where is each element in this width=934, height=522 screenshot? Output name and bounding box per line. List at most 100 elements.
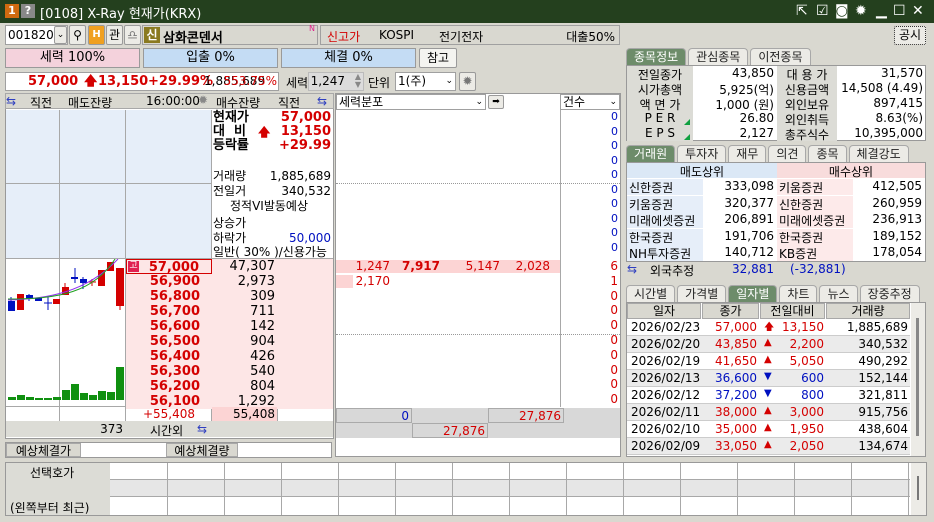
- sell-broker[interactable]: 한국증권: [627, 228, 703, 245]
- detach-icon[interactable]: ⇱: [796, 3, 808, 19]
- chevron-down-icon[interactable]: ⌄: [609, 95, 617, 109]
- help-icon[interactable]: ?: [21, 4, 35, 18]
- broker-tab[interactable]: 재무: [728, 145, 767, 162]
- count: 0: [610, 303, 618, 318]
- buy-qty: 412,505: [872, 179, 922, 193]
- scrollbar-thumb[interactable]: [916, 318, 919, 436]
- upper-limit-arrow-icon: 🡅: [84, 74, 98, 89]
- daily-header: 일자: [627, 303, 701, 319]
- bid-row[interactable]: 56,700 711: [126, 304, 333, 319]
- buy-broker[interactable]: KB증권: [777, 245, 853, 261]
- sell-broker[interactable]: 신한증권: [627, 179, 703, 195]
- summary-price: 57,000: [28, 74, 79, 89]
- sell-broker[interactable]: NH투자증권: [627, 245, 703, 261]
- gear-icon[interactable]: ✹: [855, 3, 867, 19]
- bid-row[interactable]: 56,400 426: [126, 349, 333, 364]
- camera-icon[interactable]: ◙: [835, 3, 849, 19]
- daily-scrollbar[interactable]: [911, 303, 925, 456]
- bid-row[interactable]: 56,500 904: [126, 334, 333, 349]
- search-icon[interactable]: ⚲: [69, 25, 86, 45]
- sell-broker[interactable]: 미래에셋증권: [627, 212, 703, 228]
- foreign-swap-icon[interactable]: ⇆: [627, 262, 647, 276]
- swap-right-icon[interactable]: ⇆: [317, 94, 327, 108]
- count-select[interactable]: 건수 ⌄: [560, 94, 620, 110]
- flow-bar: 입출 0%: [143, 48, 278, 68]
- sell-top-header: 매도상위: [627, 163, 777, 179]
- grid-divider: [110, 479, 910, 480]
- maximize-icon[interactable]: ☐: [893, 3, 906, 19]
- info-tab[interactable]: 관심종목: [688, 48, 749, 65]
- broker-tab[interactable]: 의견: [768, 145, 807, 162]
- bid-price: 56,400: [126, 349, 212, 364]
- daily-close: 43,850: [715, 337, 757, 351]
- after-hours-swap-icon[interactable]: ⇆: [197, 422, 207, 436]
- broker-tab[interactable]: 거래원: [626, 145, 676, 162]
- grid-divider: [566, 463, 567, 515]
- bid-row[interactable]: 57,000 고 47,307: [126, 259, 333, 275]
- bid-prev: [277, 319, 333, 334]
- time-gear-icon[interactable]: ✹: [198, 93, 208, 107]
- bid-prev: [277, 289, 333, 304]
- selected-scrollbar[interactable]: [911, 463, 926, 515]
- new-high-tag: 신고가: [327, 30, 361, 44]
- force-spinbox[interactable]: 1,247 ▲ ▼: [308, 72, 364, 91]
- swap-left-icon[interactable]: ⇆: [6, 94, 16, 108]
- buy-broker[interactable]: 신한증권: [777, 195, 853, 212]
- bid-row[interactable]: 56,300 540: [126, 364, 333, 379]
- count: 0: [610, 362, 618, 377]
- spin-arrows-icon[interactable]: ▲ ▼: [355, 73, 361, 89]
- settings-gear-icon[interactable]: ✹: [459, 72, 476, 91]
- count-top: 0: [611, 211, 618, 225]
- total-bid-qty: 55,408: [212, 407, 277, 421]
- buy-broker[interactable]: 한국증권: [777, 228, 853, 245]
- home-icon[interactable]: H: [88, 25, 105, 45]
- reference-button[interactable]: 참고: [419, 48, 457, 68]
- daily-diff: 3,000: [789, 405, 824, 419]
- buy-broker[interactable]: 키움증권: [777, 179, 853, 195]
- broker-tab[interactable]: 투자자: [677, 145, 727, 162]
- daily-diff: 2,200: [789, 337, 824, 351]
- daily-tab[interactable]: 가격별: [677, 285, 727, 302]
- bid-qty: 309: [212, 289, 277, 304]
- grid-divider: [680, 463, 681, 515]
- bid-row[interactable]: 56,600 142: [126, 319, 333, 334]
- force-bar: 세력 100%: [5, 48, 140, 68]
- daily-tab[interactable]: 차트: [779, 285, 818, 302]
- grid-divider: [623, 463, 624, 515]
- distribution-select[interactable]: 세력분포 ⌄: [336, 94, 486, 110]
- daily-tab[interactable]: 일자별: [728, 285, 778, 302]
- broker-tab[interactable]: 종목: [808, 145, 847, 162]
- expected-price-label: 예상체결가: [6, 443, 81, 458]
- summary-volume-ratio: 553.75%: [223, 74, 277, 88]
- buy-broker[interactable]: 미래에셋증권: [777, 212, 853, 228]
- info-tab[interactable]: 이전종목: [750, 48, 811, 65]
- daily-date: 2026/02/19: [631, 354, 701, 368]
- close-icon[interactable]: ✕: [912, 3, 924, 19]
- rate-value: +29.99: [278, 138, 331, 153]
- price-summary: 57,000 🡅 13,150 +29.99% 1,885,689 553.75…: [5, 72, 279, 91]
- interest-button[interactable]: 관: [106, 25, 123, 45]
- bid-row[interactable]: 56,800 309: [126, 289, 333, 304]
- chevron-down-icon[interactable]: ⌄: [445, 73, 453, 90]
- alarm-icon[interactable]: ♎: [124, 25, 141, 45]
- info-value: 10,395,000: [854, 126, 923, 140]
- broker-tab[interactable]: 체결강도: [848, 145, 909, 162]
- next-arrow-icon[interactable]: ➡: [488, 95, 504, 109]
- notice-button[interactable]: 공시: [894, 26, 926, 45]
- daily-tab[interactable]: 뉴스: [819, 285, 858, 302]
- bid-row[interactable]: 56,900 2,973: [126, 274, 333, 289]
- force-value: 1,247: [310, 74, 345, 88]
- info-tab[interactable]: 종목정보: [626, 48, 687, 65]
- sell-broker[interactable]: 키움증권: [627, 195, 703, 212]
- lower-price-value: 50,000: [289, 231, 331, 245]
- minimize-icon[interactable]: ▁: [876, 3, 887, 19]
- unit-select[interactable]: 1(주) ⌄: [395, 72, 456, 91]
- bid-row[interactable]: 56,200 804: [126, 379, 333, 394]
- count-top: 0: [611, 240, 618, 254]
- bid-price: 56,200: [126, 379, 212, 394]
- daily-tab[interactable]: 장중추정: [859, 285, 920, 302]
- chevron-down-icon[interactable]: ⌄: [475, 95, 483, 109]
- daily-tab[interactable]: 시간별: [626, 285, 676, 302]
- code-dropdown-icon[interactable]: ⌄: [54, 26, 67, 44]
- checklist-icon[interactable]: ☑: [816, 3, 829, 19]
